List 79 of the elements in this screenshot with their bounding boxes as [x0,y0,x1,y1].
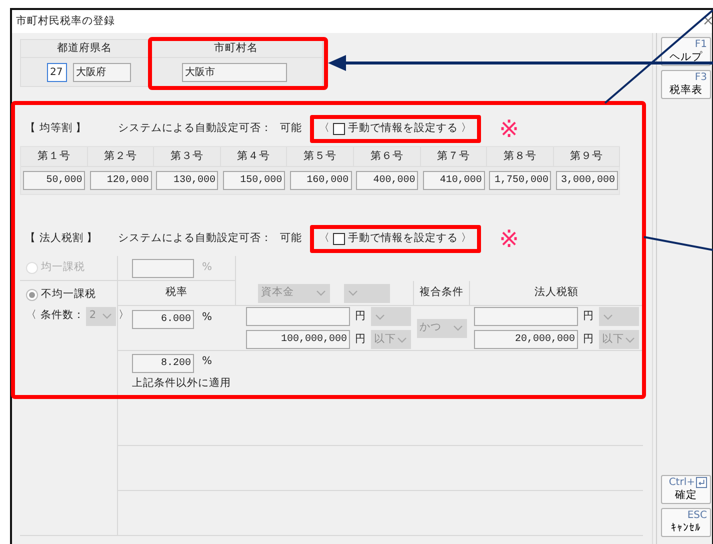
input-field[interactable] [474,307,578,326]
unit-text: 円 [355,308,366,324]
dropdown[interactable] [599,307,639,326]
column-header: 第４号 [220,147,288,167]
input-field[interactable]: 160,000 [290,171,352,190]
unit-text: 円 [583,332,594,347]
checkbox-label[interactable]: 手動で情報を設定する [348,231,458,247]
label: システムによる自動設定可否： [118,121,272,136]
caret-icon [347,289,359,297]
bracket-text: 〉 [461,231,472,246]
unit-text: % [202,310,212,325]
bracket-text: 〉 [118,308,130,324]
column-header: 第１号 [21,147,88,167]
leader-line [644,236,713,251]
caret-icon [624,336,636,344]
label: システムによる自動設定可否： [118,231,272,246]
input-field[interactable]: 1,750,000 [489,171,552,190]
note-mark: ※ [499,117,520,141]
input-field[interactable]: 120,000 [90,171,152,190]
unit-text: 円 [583,308,594,324]
bracket-text: 〈 [319,121,330,136]
input-field[interactable]: 100,000,000 [246,330,350,349]
radio-label: 均一課税 [41,260,85,276]
caret-icon [602,312,614,320]
status-text: 可能 [280,231,302,246]
caret-icon [396,336,408,344]
caret-icon [374,312,386,320]
column-header: 第６号 [354,147,421,167]
column-header: 複合条件 [420,285,464,300]
unit-text: % [202,260,212,276]
bracket-text: 〉 [461,121,472,136]
radio-button[interactable] [26,288,38,301]
input-field[interactable]: 20,000,000 [474,330,578,349]
label: 〈 条件数： [26,308,84,324]
input-field[interactable]: 410,000 [422,171,485,190]
column-header: 第２号 [88,147,154,167]
checkbox[interactable] [333,123,345,135]
checkbox[interactable] [333,233,345,245]
sidebar-button[interactable]: F3 税率表 [661,70,711,99]
input-field[interactable] [246,307,350,326]
column-header: 第３号 [154,147,221,167]
note-mark: ※ [499,227,520,251]
column-header: 市町村名 [149,40,323,58]
bracket-text: 〈 [319,231,330,246]
caret-icon [315,289,327,297]
unit-text: % [202,354,212,369]
column-header: 第８号 [487,147,554,167]
input-field[interactable] [132,258,194,278]
column-header: 第７号 [420,147,488,167]
input-field[interactable]: 150,000 [223,171,286,190]
status-text: 可能 [280,121,302,136]
column-header: 都道府県名 [21,40,148,58]
column-header: 税率 [166,285,188,300]
window-title: 市町村民税率の登録 [16,14,115,29]
note-text: 上記条件以外に適用 [132,376,232,391]
unit-text: 円 [355,332,366,347]
sidebar-button[interactable]: ESC ｷｬﾝｾﾙ [661,508,711,537]
close-button[interactable]: × [702,11,713,32]
caret-icon [101,312,114,320]
column-header: 法人税額 [534,285,578,300]
input-field[interactable]: 50,000 [23,171,86,190]
dropdown[interactable] [344,284,390,302]
input-field[interactable]: 大阪市 [182,62,287,82]
section-title: 【 均等割 】 [25,121,88,136]
input-field[interactable]: 8.200 [132,354,194,373]
section-title: 【 法人税割 】 [25,231,99,246]
input-field[interactable]: 130,000 [156,171,218,190]
input-field[interactable]: 6.000 [132,310,194,329]
column-header: 第５号 [287,147,354,167]
input-field[interactable]: 3,000,000 [556,171,618,190]
caret-icon [452,324,464,332]
input-field[interactable]: 27 [47,62,67,82]
input-field[interactable]: 大阪府 [73,62,131,82]
radio-label[interactable]: 不均一課税 [41,287,96,303]
dropdown[interactable] [371,307,411,326]
sidebar-button[interactable]: Ctrl+ 確定 [661,475,711,504]
column-header: 第９号 [554,147,620,167]
checkbox-label[interactable]: 手動で情報を設定する [348,121,458,137]
input-field[interactable]: 400,000 [356,171,418,190]
